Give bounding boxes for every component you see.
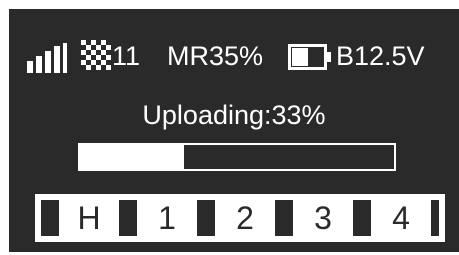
channel-label-3: 3 xyxy=(314,200,332,236)
upload-status-label: Uploading:33% xyxy=(142,100,326,130)
channel-strip: H 1 2 3 4 xyxy=(35,194,445,242)
channel-divider xyxy=(431,200,439,236)
mr-readout: MR35% xyxy=(167,41,264,71)
device-screen: 11 MR35% B12.5V Uploading:33% H 1 2 3 4 xyxy=(9,9,459,252)
channel-divider xyxy=(119,200,137,236)
status-row: 11 MR35% B12.5V xyxy=(9,39,459,79)
channel-label-1: 1 xyxy=(158,200,176,236)
channel-divider xyxy=(275,200,293,236)
channel-label-h: H xyxy=(77,200,101,236)
upload-progress-fill xyxy=(80,145,184,169)
battery-icon xyxy=(288,44,331,70)
channel-divider xyxy=(41,200,59,236)
upload-progress-bar xyxy=(78,143,396,171)
channel-label-2: 2 xyxy=(236,200,254,236)
channel-divider xyxy=(197,200,215,236)
signal-strength-icon xyxy=(27,43,67,73)
channel-divider xyxy=(353,200,371,236)
channel-label-4: 4 xyxy=(392,200,410,236)
satellite-checker-icon xyxy=(81,40,111,70)
battery-voltage: B12.5V xyxy=(336,41,425,71)
satellite-count: 11 xyxy=(112,41,141,71)
